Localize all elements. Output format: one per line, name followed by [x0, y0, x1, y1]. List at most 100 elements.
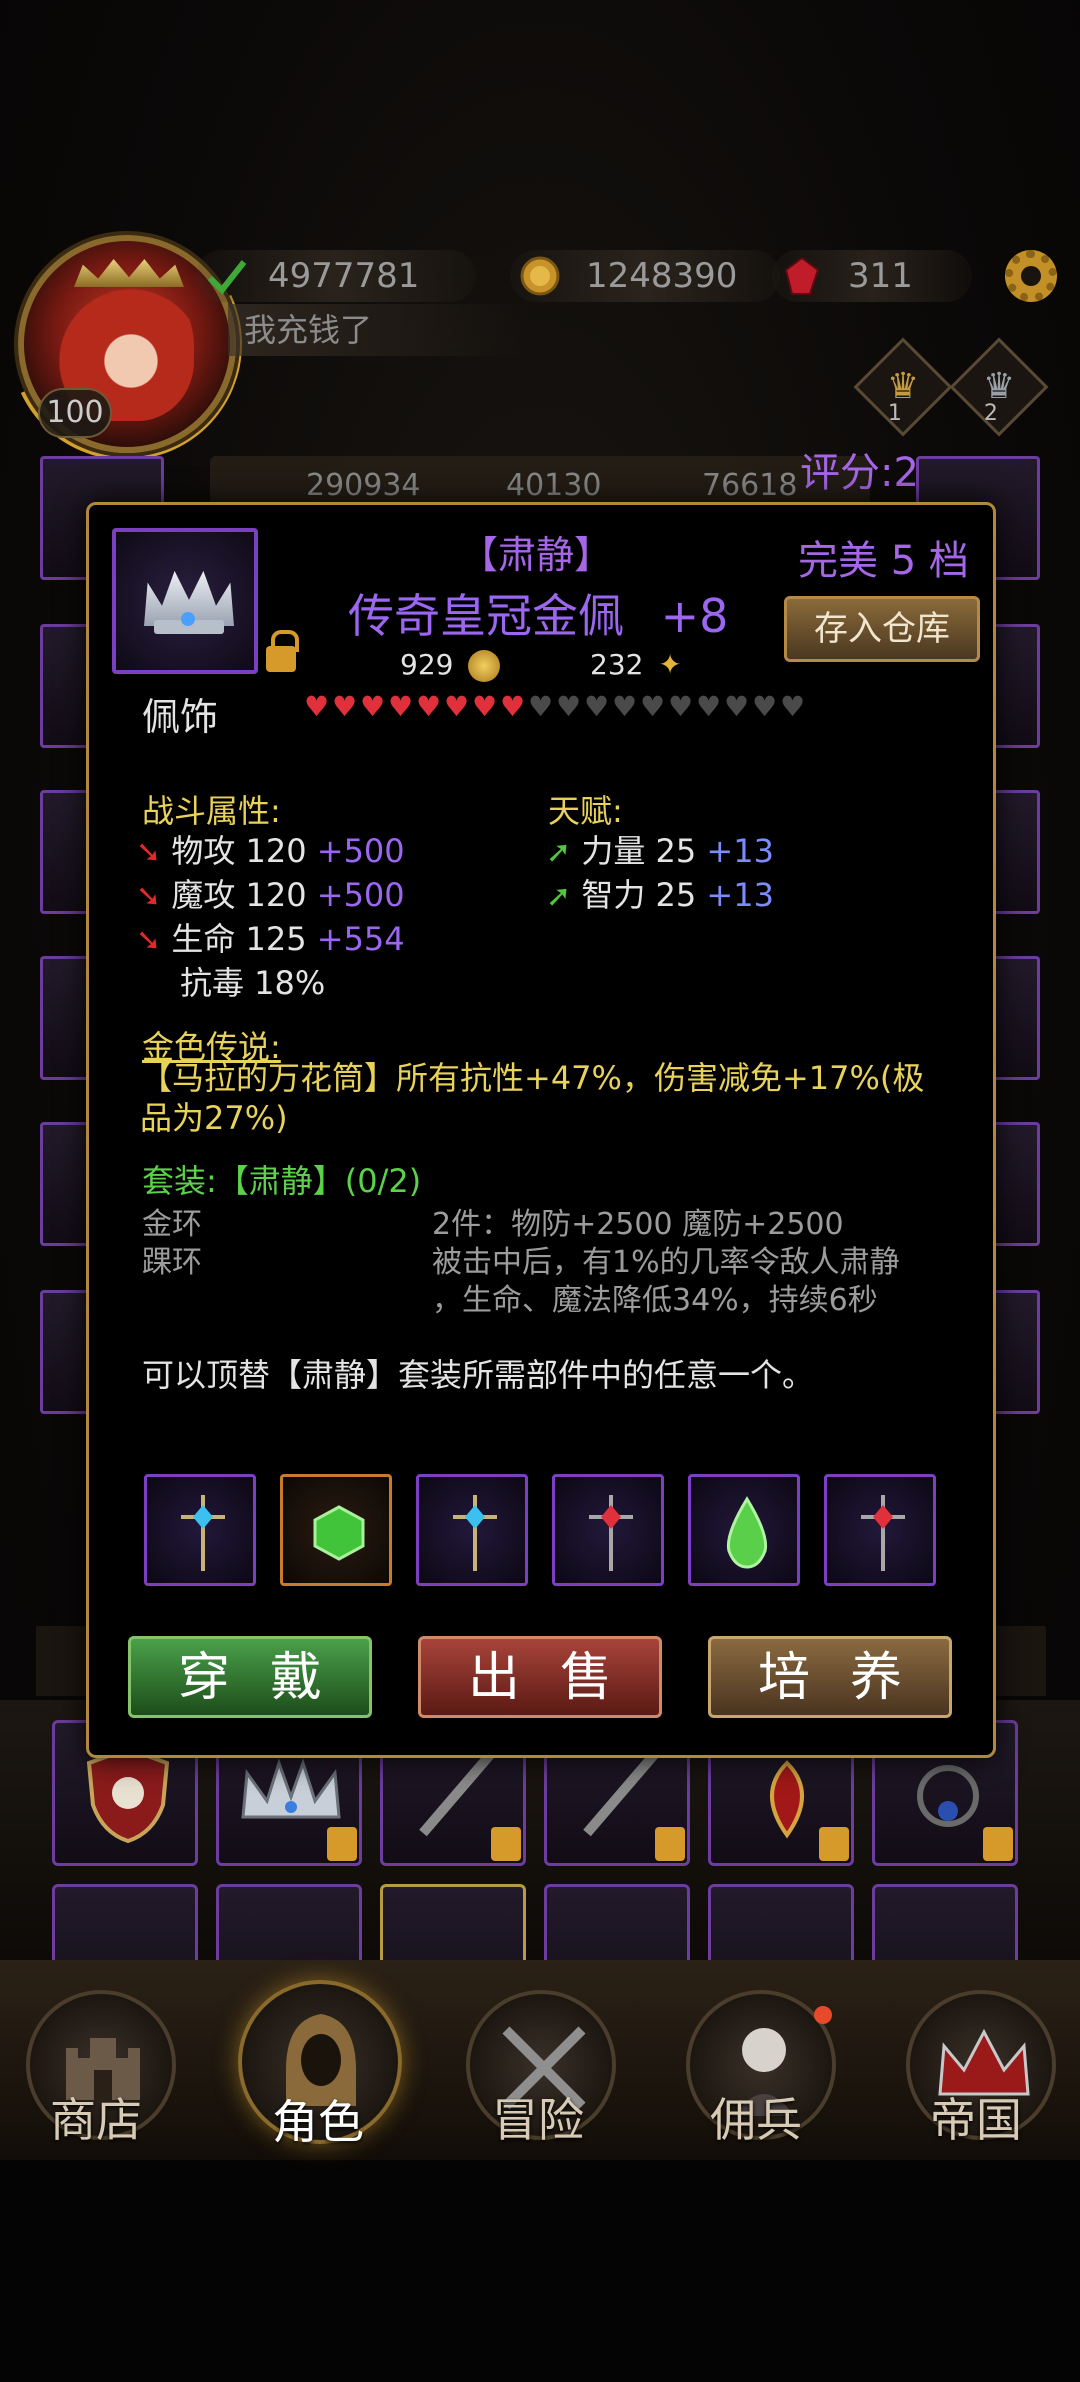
stat-row: ➘ 物攻 120 +500	[136, 830, 405, 874]
heart-filled-icon: ♥	[332, 690, 358, 723]
green-checkmark-icon	[207, 260, 247, 295]
heart-filled-icon: ♥	[416, 690, 442, 723]
set-effect: 2件：物防+2500 魔防+2500	[432, 1207, 844, 1242]
red-cross-gem-icon	[589, 1495, 633, 1571]
heart-empty-icon: ♥	[724, 690, 750, 723]
player-nickname[interactable]: 我充钱了	[228, 304, 528, 356]
lock-icon	[819, 1827, 849, 1861]
set-title: 套装:【肃静】(0/2)	[142, 1162, 422, 1200]
lock-icon	[491, 1827, 521, 1861]
necklace-icon	[917, 1765, 979, 1827]
sell-button[interactable]: 出售	[418, 1636, 662, 1718]
set-part: 金环	[142, 1207, 202, 1242]
blue-cross-gem-icon	[181, 1495, 225, 1571]
stat-label: 物攻 120	[171, 832, 307, 870]
item-title: 传奇皇冠金佩 +8	[348, 580, 728, 646]
heart-filled-icon: ♥	[500, 690, 526, 723]
stat-row: ➘ 生命 125 +554	[136, 918, 405, 962]
down-arrow-icon: ➘	[136, 923, 162, 958]
puzzle-shard-icon: ✦	[658, 648, 682, 681]
price-gold: 929	[400, 648, 501, 682]
talent-label: 力量 25	[581, 832, 697, 870]
gem-slot-green-teardrop[interactable]	[688, 1474, 800, 1586]
heart-empty-icon: ♥	[640, 690, 666, 723]
lock-icon	[655, 1827, 685, 1861]
resource-exp: 4977781	[196, 250, 476, 302]
nav-shop-label: 商店	[50, 2093, 142, 2147]
gem-slot-blue-cross[interactable]	[416, 1474, 528, 1586]
down-arrow-icon: ➘	[136, 879, 162, 914]
wear-button[interactable]: 穿戴	[128, 1636, 372, 1718]
lock-icon[interactable]	[266, 630, 299, 672]
item-set-name: 【肃静】	[460, 533, 613, 577]
badge-emblem-icon: ♛	[886, 366, 920, 407]
lock-icon	[327, 1827, 357, 1861]
price-gold-value: 929	[400, 648, 454, 681]
gem-slot-red-cross[interactable]	[552, 1474, 664, 1586]
item-name: 传奇皇冠金佩	[348, 589, 624, 643]
heart-empty-icon: ♥	[528, 690, 554, 723]
amulet-icon	[770, 1760, 804, 1839]
price-shard: 232 ✦	[590, 648, 682, 681]
item-icon-frame	[112, 528, 258, 674]
heart-empty-icon: ♥	[612, 690, 638, 723]
lock-icon	[983, 1827, 1013, 1861]
heart-empty-icon: ♥	[556, 690, 582, 723]
gem-slot-blue-cross[interactable]	[144, 1474, 256, 1586]
item-grade: 完美 5 档	[798, 538, 969, 584]
resource-gems: 311	[772, 250, 972, 302]
quality-hearts: ♥ ♥ ♥ ♥ ♥ ♥ ♥ ♥ ♥ ♥ ♥ ♥ ♥ ♥ ♥ ♥ ♥ ♥	[304, 690, 844, 726]
talent-title: 天赋:	[548, 792, 623, 830]
heart-empty-icon: ♥	[780, 690, 806, 723]
stat-row: 抗毒 18%	[136, 962, 405, 1004]
heart-filled-icon: ♥	[444, 690, 470, 723]
resource-gold: 1248390	[510, 250, 780, 302]
stat-label: 生命 125	[171, 920, 307, 958]
heart-empty-icon: ♥	[752, 690, 778, 723]
set-effect: 被击中后，有1%的几率令敌人肃静	[432, 1245, 900, 1280]
set-part: 踝环	[142, 1245, 202, 1280]
heart-filled-icon: ♥	[388, 690, 414, 723]
nav-adventure-label: 冒险	[492, 2093, 584, 2147]
nav-empire-label: 帝国	[930, 2093, 1022, 2147]
crown-icon	[241, 1758, 341, 1819]
talent-row: ➚ 力量 25 +13	[546, 830, 774, 874]
player-level: 100	[38, 388, 112, 438]
nav-mercenary-label: 佣兵	[710, 2093, 802, 2147]
green-hexagon-gem-icon	[313, 1505, 365, 1561]
stat-label: 魔攻 120	[171, 876, 307, 914]
talent-bonus: +13	[706, 832, 774, 870]
settings-gear-icon[interactable]	[1005, 250, 1057, 302]
exp-value: 4977781	[268, 256, 420, 296]
red-cross-gem-icon	[861, 1495, 905, 1571]
shield-icon	[86, 1746, 170, 1844]
talent-row: ➚ 智力 25 +13	[546, 874, 774, 918]
set-effect: ，生命、魔法降低34%，持续6秒	[432, 1283, 878, 1318]
gem-slot-green-hexagon[interactable]	[280, 1474, 392, 1586]
gems-value: 311	[848, 256, 913, 296]
train-button[interactable]: 培养	[708, 1636, 952, 1718]
stat-bonus: +500	[316, 876, 405, 914]
nav-character-label: 角色	[272, 2095, 364, 2149]
crown-gem	[181, 612, 195, 626]
set-note: 可以顶替【肃静】套装所需部件中的任意一个。	[142, 1356, 815, 1394]
gem-slot-red-cross[interactable]	[824, 1474, 936, 1586]
price-shard-value: 232	[590, 648, 644, 681]
badge-emblem-icon: ♛	[982, 366, 1016, 407]
notification-dot	[814, 2006, 832, 2024]
stat-row: ➘ 魔攻 120 +500	[136, 874, 405, 918]
heart-empty-icon: ♥	[584, 690, 610, 723]
heart-empty-icon: ♥	[668, 690, 694, 723]
heart-filled-icon: ♥	[360, 690, 386, 723]
item-category: 佩饰	[142, 695, 219, 739]
blue-cross-gem-icon	[453, 1495, 497, 1571]
talent-bonus: +13	[706, 876, 774, 914]
store-warehouse-button[interactable]: 存入仓库	[784, 596, 980, 662]
legend-text: 【马拉的万花筒】所有抗性+47%，伤害减免+17%(极品为27%)	[140, 1059, 925, 1137]
gold-coin-icon	[520, 256, 560, 296]
item-enhance-level: +8	[660, 589, 729, 643]
combat-stats: ➘ 物攻 120 +500 ➘ 魔攻 120 +500 ➘ 生命 125 +55…	[136, 830, 405, 1004]
stat-label: 抗毒 18%	[180, 964, 326, 1002]
gold-value: 1248390	[586, 256, 738, 296]
stat-bonus: +554	[316, 920, 405, 958]
